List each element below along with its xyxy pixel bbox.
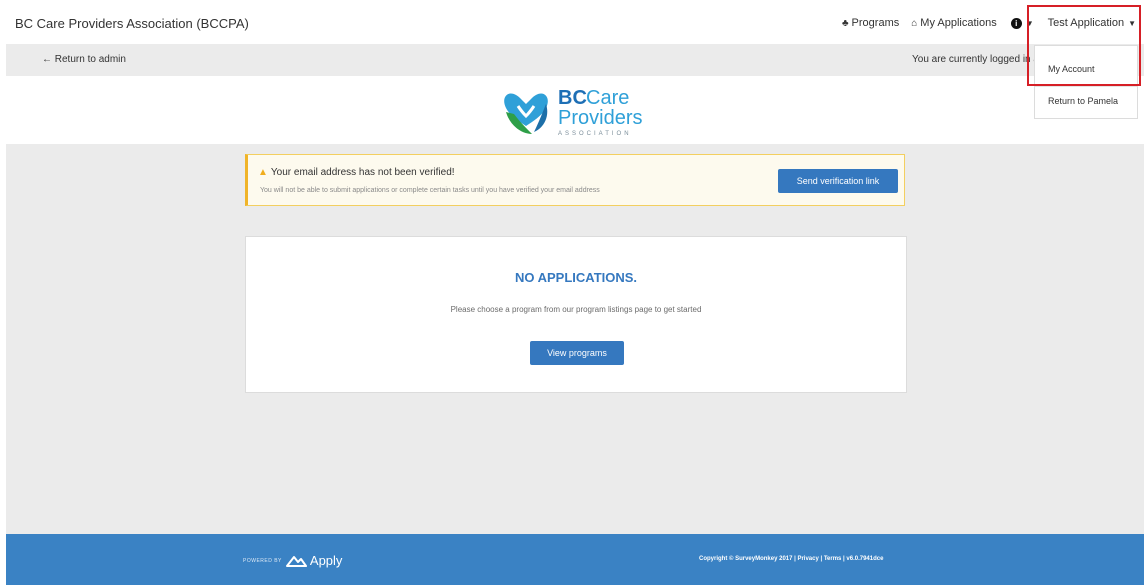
chevron-down-icon: ▼ bbox=[1025, 18, 1034, 28]
admin-bar: ← Return to admin You are currently logg… bbox=[6, 44, 1144, 76]
logo-text-providers: Providers bbox=[558, 107, 642, 129]
no-applications-card: NO APPLICATIONS. Please choose a program… bbox=[245, 236, 907, 393]
user-menu-label: Test Application bbox=[1047, 17, 1125, 29]
logo-area: BC Care Providers ASSOCIATION bbox=[6, 76, 1144, 144]
dropdown-item-return-to-pamela[interactable]: Return to Pamela bbox=[1035, 96, 1137, 106]
bccpa-logo: BC Care Providers ASSOCIATION bbox=[504, 87, 642, 137]
logo-text-association: ASSOCIATION bbox=[558, 131, 632, 137]
no-applications-title: NO APPLICATIONS. bbox=[514, 270, 638, 285]
nav-links: ♣ Programs ⌂ My Applications i ▼ Test Ap… bbox=[830, 17, 1136, 29]
nav-my-applications-label: My Applications bbox=[920, 17, 997, 29]
nav-programs-label: Programs bbox=[851, 17, 900, 29]
top-navbar: BC Care Providers Association (BCCPA) ♣ … bbox=[0, 0, 1144, 44]
user-menu-toggle[interactable]: Test Application ▼ bbox=[1048, 17, 1136, 29]
footer: POWERED BY Apply Copyright © SurveyMonke… bbox=[6, 534, 1144, 585]
nav-my-applications-link[interactable]: ⌂ My Applications bbox=[911, 17, 996, 29]
home-icon: ⌂ bbox=[911, 17, 918, 29]
logged-in-text: You are currently logged in as bbox=[912, 54, 1044, 65]
logo-text-bc: BC bbox=[558, 87, 587, 109]
site-title[interactable]: BC Care Providers Association (BCCPA) bbox=[15, 16, 249, 31]
powered-by-label: POWERED BY bbox=[243, 557, 282, 564]
copyright-text[interactable]: Copyright © SurveyMonkey 2017 | Privacy … bbox=[699, 556, 883, 562]
main-content: ▲ Your email address has not been verifie… bbox=[6, 144, 1144, 534]
warning-icon: ▲ bbox=[258, 167, 268, 178]
powered-by-apply[interactable]: POWERED BY Apply bbox=[243, 553, 342, 568]
no-applications-description: Please choose a program from our program… bbox=[450, 305, 702, 314]
chevron-down-icon: ▼ bbox=[1128, 18, 1136, 28]
user-dropdown-menu: My Account Return to Pamela bbox=[1034, 45, 1138, 119]
programs-icon: ♣ bbox=[841, 17, 849, 29]
email-verification-alert: ▲ Your email address has not been verifie… bbox=[245, 154, 905, 206]
info-icon: i bbox=[1010, 17, 1022, 29]
apply-product-name: Apply bbox=[309, 553, 343, 568]
dropdown-item-my-account[interactable]: My Account bbox=[1035, 64, 1137, 74]
alert-description: You will not be able to submit applicati… bbox=[260, 187, 600, 194]
view-programs-button[interactable]: View programs bbox=[530, 341, 624, 365]
logo-text-care: Care bbox=[586, 87, 629, 109]
nav-programs-link[interactable]: ♣ Programs bbox=[842, 17, 899, 29]
dropdown-divider bbox=[1035, 86, 1137, 87]
return-to-admin-link[interactable]: ← Return to admin bbox=[42, 54, 126, 65]
alert-title-row: ▲ Your email address has not been verifie… bbox=[258, 167, 455, 178]
send-verification-link-button[interactable]: Send verification link bbox=[778, 169, 898, 193]
alert-title: Your email address has not been verified… bbox=[270, 167, 455, 178]
info-menu-toggle[interactable]: i ▼ bbox=[1010, 17, 1034, 29]
apply-logo-icon bbox=[285, 555, 307, 567]
